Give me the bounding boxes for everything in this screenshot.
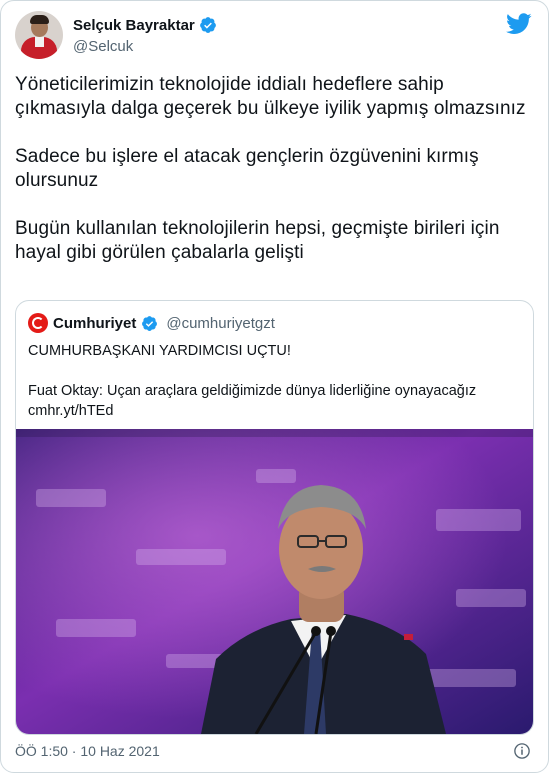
quoted-author-name: Cumhuriyet <box>53 314 137 332</box>
tweet-paragraph: Yöneticilerimizin teknolojide iddialı he… <box>15 74 526 119</box>
quoted-text: Fuat Oktay: Uçan araçlara geldiğimizde d… <box>28 383 477 399</box>
tweet-paragraph: Bugün kullanılan teknolojilerin hepsi, g… <box>15 218 500 263</box>
quoted-tweet[interactable]: Cumhuriyet @cumhuriyetgzt CUMHURBAŞKANI … <box>15 300 534 735</box>
verified-badge-icon <box>199 17 216 33</box>
verified-badge-icon <box>142 315 158 331</box>
tweet-header: Selçuk Bayraktar @Selcuk <box>15 11 535 63</box>
author-name[interactable]: Selçuk Bayraktar <box>73 17 195 34</box>
tweet-timestamp[interactable]: ÖÖ 1:50 · 10 Haz 2021 <box>15 743 160 759</box>
quoted-author-handle: @cumhuriyetgzt <box>166 314 275 332</box>
tweet-paragraph: Sadece bu işlere el atacak gençlerin özg… <box>15 146 479 191</box>
twitter-bird-icon[interactable] <box>506 13 532 35</box>
quoted-link[interactable]: cmhr.yt/hTEd <box>28 401 523 421</box>
quoted-media-image[interactable] <box>16 429 533 734</box>
author-avatar[interactable] <box>15 11 63 59</box>
author-handle[interactable]: @Selcuk <box>73 38 133 55</box>
quoted-header: Cumhuriyet @cumhuriyetgzt <box>28 313 275 333</box>
quoted-body: CUMHURBAŞKANI YARDIMCISI UÇTU! Fuat Okta… <box>28 341 523 421</box>
tweet-card: Selçuk Bayraktar @Selcuk Yöneticilerimiz… <box>0 0 549 773</box>
tweet-text: Yöneticilerimizin teknolojide iddialı he… <box>15 73 535 289</box>
author-name-row: Selçuk Bayraktar <box>73 16 217 34</box>
info-icon[interactable] <box>513 742 531 760</box>
quoted-avatar <box>28 313 48 333</box>
quoted-headline: CUMHURBAŞKANI YARDIMCISI UÇTU! <box>28 343 291 359</box>
